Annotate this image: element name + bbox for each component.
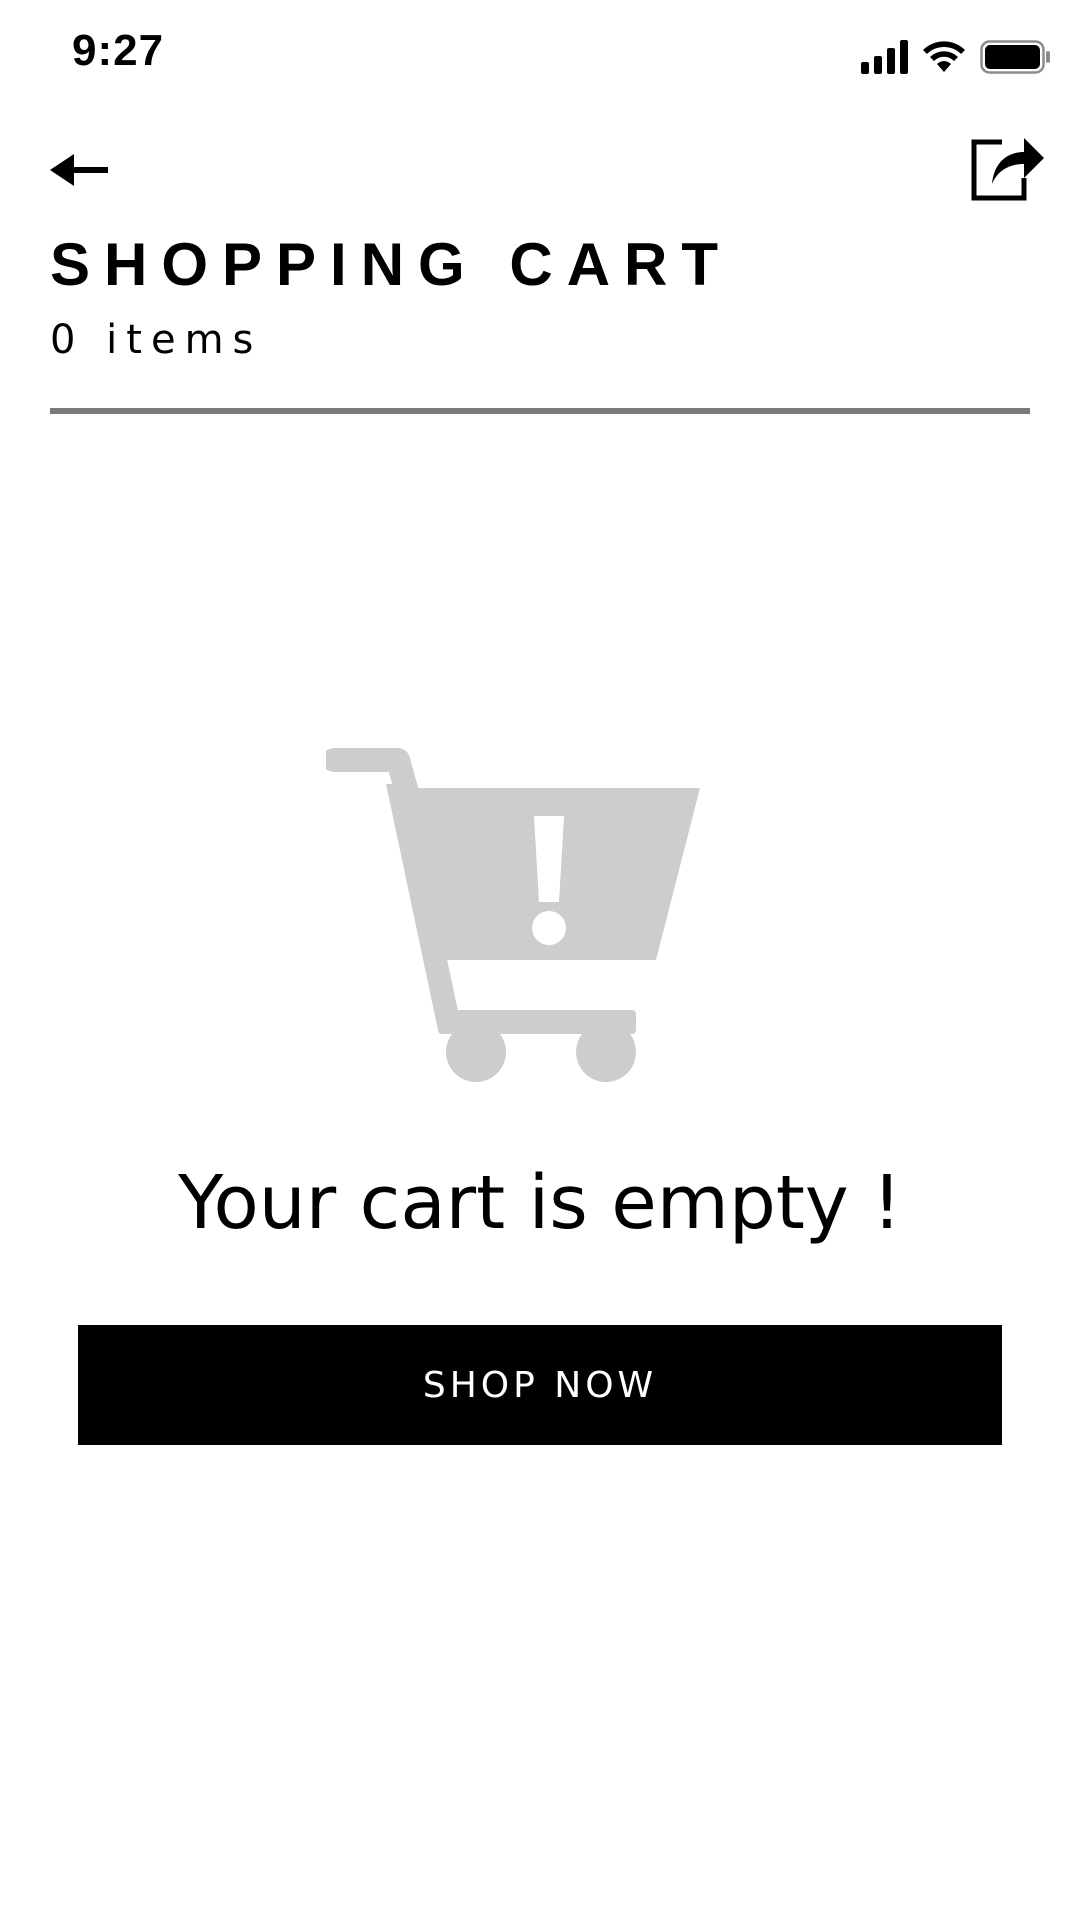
page-title: SHOPPING CART [50,231,733,298]
share-icon [971,138,1044,201]
arrow-left-icon [50,154,108,186]
share-button[interactable] [966,128,1046,206]
empty-cart-illustration [322,748,706,1084]
empty-cart-warning-icon [322,748,700,1082]
status-icons [861,34,1052,74]
header-divider [50,408,1030,414]
back-button[interactable] [46,140,116,200]
item-count: 0 items [50,317,263,363]
status-bar: 9:27 [0,0,1080,110]
status-time: 9:27 [72,26,165,75]
wifi-icon [923,41,965,72]
cellular-signal-icon [861,40,908,74]
battery-icon [980,40,1050,74]
shop-now-button[interactable]: SHOP NOW [78,1325,1002,1445]
header: SHOPPING CART 0 items [0,110,1080,440]
empty-cart-message: Your cart is empty ! [178,1160,902,1246]
